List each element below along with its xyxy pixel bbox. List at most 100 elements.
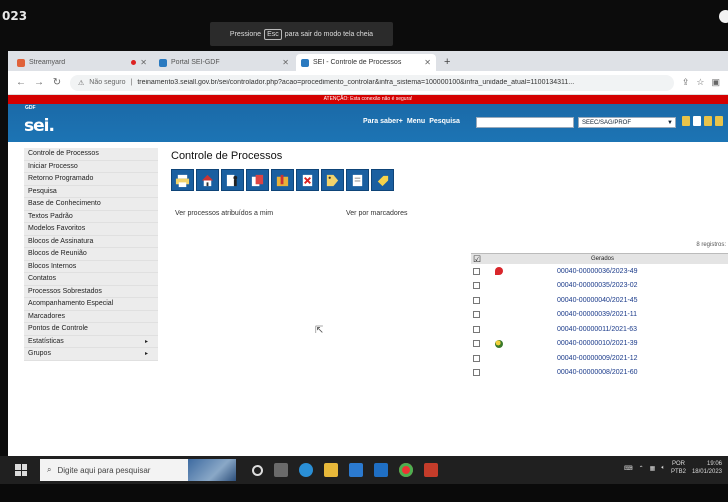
row-checkbox[interactable] [473, 311, 480, 319]
star-icon[interactable]: ☆ [696, 77, 704, 88]
documents-icon [251, 174, 264, 186]
sidebar-item-modelos-favoritos[interactable]: Modelos Favoritos [24, 223, 158, 236]
user-icon[interactable] [704, 116, 712, 126]
tag-button[interactable] [371, 169, 394, 191]
select-all-checkbox[interactable]: ☑ [473, 254, 481, 264]
by-markers-link[interactable]: Ver por marcadores [346, 210, 407, 217]
process-number-link[interactable]: 00040-00000040/2021-45 [557, 297, 638, 304]
close-icon[interactable]: ✕ [140, 58, 147, 67]
keyboard-icon[interactable]: ⌨ [624, 465, 633, 472]
edge-icon[interactable] [299, 463, 313, 477]
sobrestar-button[interactable] [271, 169, 294, 191]
tab-label: Streamyard [29, 59, 66, 66]
file-explorer-icon[interactable] [324, 463, 338, 477]
search-input[interactable] [476, 117, 574, 128]
block-button[interactable] [246, 169, 269, 191]
mail-icon[interactable] [374, 463, 388, 477]
row-checkbox[interactable] [473, 340, 480, 348]
tab-portal-sei[interactable]: Portal SEI-GDF ✕ [154, 54, 294, 71]
sidebar-item-grupos[interactable]: Grupos ▸ [24, 348, 158, 361]
row-checkbox[interactable] [473, 354, 480, 362]
annotation-button[interactable] [346, 169, 369, 191]
sei-header: GDF sei. Para saber+ Menu Pesquisa SEEC/… [8, 104, 728, 142]
document-x-icon [302, 174, 313, 186]
row-checkbox[interactable] [473, 369, 480, 377]
process-number-link[interactable]: 00040-00000009/2021-12 [557, 355, 638, 362]
marker-red-icon[interactable] [495, 267, 503, 276]
sidebar-item-base-conhecimento[interactable]: Base de Conhecimento [24, 198, 158, 211]
process-number-link[interactable]: 00040-00000036/2023-49 [557, 268, 638, 275]
url-text: treinamento3.seiall.gov.br/sei/controlad… [137, 79, 575, 86]
notice-suffix: para sair do modo tela cheia [284, 30, 374, 38]
sidebar-item-estatisticas[interactable]: Estatísticas ▸ [24, 336, 158, 348]
sidebar-item-marcadores[interactable]: Marcadores [24, 311, 158, 323]
sidebar-item-retorno-programado[interactable]: Retorno Programado [24, 173, 158, 186]
conclude-button[interactable] [296, 169, 319, 191]
task-view-icon[interactable] [274, 463, 288, 477]
language-indicator[interactable]: POR PTB2 [671, 460, 686, 476]
process-number-link[interactable]: 00040-00000039/2021-11 [557, 311, 637, 318]
search-icon: ⌕ [47, 465, 52, 474]
url-field[interactable]: ⚠ Não seguro | treinamento3.seiall.gov.b… [70, 74, 674, 91]
row-checkbox[interactable] [473, 267, 480, 275]
store-icon[interactable] [349, 463, 363, 477]
sidebar-item-pesquisa[interactable]: Pesquisa [24, 186, 158, 198]
marker-button[interactable] [321, 169, 344, 191]
chevron-up-icon[interactable]: ⌃ [639, 465, 644, 472]
sidebar-item-acompanhamento-especial[interactable]: Acompanhamento Especial [24, 298, 158, 311]
annotation-person-icon[interactable] [495, 339, 503, 348]
assigned-to-me-link[interactable]: Ver processos atribuídos a mim [175, 210, 273, 217]
unit-select[interactable]: SEEC/SAG/PROF ▼ [578, 117, 676, 128]
sidebar-item-pontos-controle[interactable]: Pontos de Controle [24, 323, 158, 336]
tab-controle-processos[interactable]: SEI - Controle de Processos ✕ [296, 54, 436, 71]
process-number-link[interactable]: 00040-00000008/2021-60 [557, 369, 638, 376]
sei-logo[interactable]: sei. [24, 116, 55, 136]
sidebar-item-processos-sobrestados[interactable]: Processos Sobrestados [24, 286, 158, 298]
para-saber-link[interactable]: Para saber+ [363, 118, 403, 125]
cortana-icon[interactable] [252, 464, 263, 476]
notes-icon[interactable] [693, 116, 701, 126]
chrome-icon[interactable] [399, 463, 413, 477]
share-icon[interactable]: ⇪ [682, 77, 690, 88]
process-number-link[interactable]: 00040-00000011/2021-63 [557, 326, 637, 333]
pesquisa-link[interactable]: Pesquisa [429, 118, 460, 125]
sidebar-item-iniciar-processo[interactable]: Iniciar Processo [24, 161, 158, 173]
taskbar-search[interactable]: ⌕ Digite aqui para pesquisar [40, 459, 236, 481]
forward-icon[interactable]: → [34, 77, 44, 88]
menu-link[interactable]: Menu [407, 118, 425, 125]
speaker-icon[interactable]: 🔈︎ [661, 465, 665, 472]
tag-icon [326, 174, 339, 186]
back-icon[interactable]: ← [16, 77, 26, 88]
assign-process-button[interactable] [221, 169, 244, 191]
tab-label: Portal SEI-GDF [171, 59, 220, 66]
clock[interactable]: 19:06 18/01/2023 [692, 460, 722, 476]
sidebar-item-contatos[interactable]: Contatos [24, 273, 158, 286]
reload-icon[interactable]: ↻ [52, 77, 62, 88]
row-checkbox[interactable] [473, 282, 480, 290]
taskbar-apps [252, 463, 438, 477]
esc-key: Esc [264, 28, 282, 40]
extensions-icon[interactable]: ▣ [711, 77, 720, 88]
network-icon[interactable]: ▦ [650, 465, 656, 472]
close-icon[interactable]: ✕ [424, 58, 431, 67]
tab-streamyard[interactable]: Streamyard ✕ [12, 54, 152, 71]
table-row: 00040-00000008/2021-60 [471, 366, 728, 381]
sidebar-item-controle-processos[interactable]: Controle de Processos [24, 148, 158, 161]
sidebar-item-textos-padrao[interactable]: Textos Padrão [24, 211, 158, 223]
close-icon[interactable]: ✕ [282, 58, 289, 67]
windows-icon[interactable] [15, 464, 27, 476]
sidebar-item-blocos-internos[interactable]: Blocos Internos [24, 261, 158, 273]
list-icon[interactable] [682, 116, 690, 126]
send-to-unit-button[interactable] [196, 169, 219, 191]
print-button[interactable] [171, 169, 194, 191]
process-number-link[interactable]: 00040-00000010/2021-39 [557, 340, 638, 347]
clock-date: 18/01/2023 [691, 469, 722, 475]
process-number-link[interactable]: 00040-00000035/2023-02 [557, 282, 638, 289]
new-tab-button[interactable]: + [438, 54, 456, 71]
row-checkbox[interactable] [473, 325, 480, 333]
tools-icon[interactable] [715, 116, 723, 126]
sidebar-item-blocos-assinatura[interactable]: Blocos de Assinatura [24, 236, 158, 248]
powerpoint-icon[interactable] [424, 463, 438, 477]
row-checkbox[interactable] [473, 296, 480, 304]
sidebar-item-blocos-reuniao[interactable]: Blocos de Reunião [24, 248, 158, 261]
